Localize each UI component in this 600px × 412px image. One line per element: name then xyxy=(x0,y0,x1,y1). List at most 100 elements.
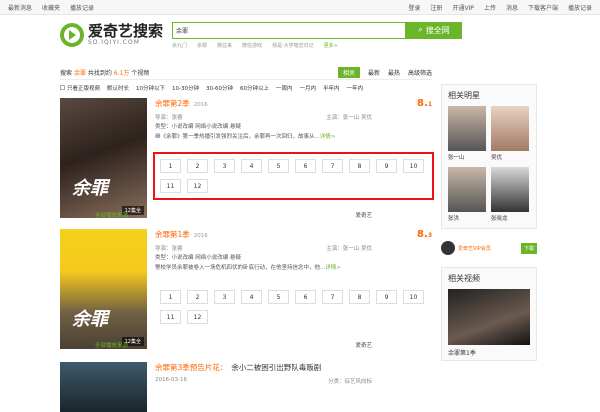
all-sources-link[interactable]: 全部播放来源 xyxy=(95,211,128,219)
result-date: 2016-03-16 xyxy=(155,377,187,383)
search-button[interactable]: ⌕ 搜全网 xyxy=(406,21,462,39)
filter-item[interactable]: 一年内 xyxy=(347,84,364,92)
episode-button[interactable]: 11 xyxy=(160,310,181,324)
hot-item[interactable]: 微信游戏 xyxy=(242,42,262,49)
info-prefix: 搜索 xyxy=(60,70,73,77)
episode-button[interactable]: 8 xyxy=(349,290,370,304)
filter-item[interactable]: 半年内 xyxy=(323,84,340,92)
play-logo-icon xyxy=(60,23,84,47)
star-name: 张一山 xyxy=(448,155,465,161)
tab-relevant[interactable]: 相关 xyxy=(337,67,360,78)
vip-link[interactable]: 开通VIP xyxy=(452,3,474,12)
hot-item[interactable]: 我是·大学暗恋日记 xyxy=(272,42,314,49)
result-desc: 警校学员余罪被卷入一场危机四伏的卧底行动，在他坚持信念中，他... xyxy=(155,265,326,271)
result-title[interactable]: 余罪第3季预告片花： xyxy=(155,362,227,373)
type-value: 小说改编 网络小说改编 悬疑 xyxy=(171,255,242,261)
episode-button[interactable]: 10 xyxy=(403,290,424,304)
rating-score: 8.3 xyxy=(417,229,432,240)
info-middle: 共找到约 xyxy=(87,70,112,77)
result-count: 搜索 余罪 共找到约 6.1万 个视频 xyxy=(60,68,149,77)
episode-button[interactable]: 3 xyxy=(214,290,235,304)
cast-link[interactable]: 张一山 吴优 xyxy=(343,246,372,252)
poster-image[interactable]: 余罪 12集全 xyxy=(60,98,147,218)
logo-title: 爱奇艺搜索 xyxy=(88,22,164,40)
topbar-link-1[interactable]: 最新消息 xyxy=(8,3,32,12)
upload-link[interactable]: 上传 xyxy=(484,3,496,12)
result-item-3: 余罪第3季预告片花： 余小二被困引出野队毒贩剧 2016-03-16 分类：综艺风向… xyxy=(60,362,432,412)
episode-button[interactable]: 9 xyxy=(376,290,397,304)
poster-title: 余罪 xyxy=(72,178,108,199)
tab-advanced[interactable]: 高级筛选 xyxy=(408,68,432,77)
filter-bar: 只看正版视频 默认时长 10分钟以下 10-30分钟 30-60分钟 60分钟以… xyxy=(60,84,432,92)
poster-image[interactable] xyxy=(60,362,147,412)
filter-item[interactable]: 30-60分钟 xyxy=(206,84,233,92)
poster-image[interactable]: 余罪 12集全 xyxy=(60,229,147,349)
result-foot-2: 全部播放来源 爱奇艺 xyxy=(95,341,372,349)
promo-avatar xyxy=(441,241,455,255)
hot-item[interactable]: 余九门 xyxy=(172,42,187,49)
search-icon: ⌕ xyxy=(418,25,423,34)
result-title[interactable]: 余罪第1季 xyxy=(155,229,190,240)
episode-button[interactable]: 4 xyxy=(241,290,262,304)
star-card[interactable]: 吴优 xyxy=(491,106,530,161)
videos-title: 相关视频 xyxy=(448,274,480,283)
checkbox-icon[interactable] xyxy=(60,85,65,90)
topbar-link-2[interactable]: 收藏夹 xyxy=(42,3,60,12)
tab-hottest[interactable]: 最热 xyxy=(388,68,400,77)
episode-button[interactable]: 2 xyxy=(187,290,208,304)
promo-download-button[interactable]: 下载 xyxy=(520,242,537,254)
result-title[interactable]: 余罪第2季 xyxy=(155,98,190,109)
detail-link[interactable]: 详情> xyxy=(325,265,341,271)
type-label: 类型： xyxy=(155,255,172,261)
filter-item[interactable]: 默认时长 xyxy=(107,84,129,92)
logo[interactable]: 爱奇艺搜索 SO.IQIYI.COM xyxy=(60,23,170,47)
director-link[interactable]: 张睿 xyxy=(172,115,183,121)
category-value[interactable]: 综艺风向标 xyxy=(344,379,372,385)
hot-item[interactable]: 微往来 xyxy=(217,42,232,49)
filter-item[interactable]: 10分钟以下 xyxy=(136,84,165,92)
episode-button[interactable]: 1 xyxy=(160,290,181,304)
top-bar: 最新消息 收藏夹 播放记录 登录 注册 开通VIP 上传 消息 下载客户端 播放… xyxy=(0,0,600,15)
topbar-link-3[interactable]: 播放记录 xyxy=(70,3,94,12)
filter-item[interactable]: 10-30分钟 xyxy=(172,84,199,92)
filter-item[interactable]: 一月内 xyxy=(300,84,317,92)
hot-more-link[interactable]: 更多> xyxy=(324,42,338,49)
hot-item[interactable]: 余罪 xyxy=(197,42,207,49)
director-label: 导演： xyxy=(155,115,172,121)
related-videos-panel: 相关视频 余罪第1季 xyxy=(441,267,537,361)
result-extra[interactable]: 余小二被困引出野队毒贩剧 xyxy=(231,362,321,373)
filter-item[interactable]: 一周内 xyxy=(276,84,293,92)
episode-button[interactable]: 12 xyxy=(187,310,208,324)
source-iqiyi[interactable]: 爱奇艺 xyxy=(355,341,372,349)
episode-button[interactable]: 7 xyxy=(322,290,343,304)
video-thumb[interactable] xyxy=(448,289,530,345)
message-link[interactable]: 消息 xyxy=(506,3,518,12)
star-card[interactable]: 张一山 xyxy=(448,106,487,161)
register-link[interactable]: 注册 xyxy=(430,3,442,12)
video-caption[interactable]: 余罪第1季 xyxy=(442,345,536,360)
category-label: 分类： xyxy=(327,379,345,385)
filter-item[interactable]: 60分钟以上 xyxy=(240,84,269,92)
director-link[interactable]: 张睿 xyxy=(172,246,183,252)
detail-link[interactable]: 详情> xyxy=(320,134,336,140)
promo-text[interactable]: 爱奇艺VIP会员 xyxy=(458,245,518,252)
poster-title: 余罪 xyxy=(72,309,108,330)
search-input[interactable]: 余罪 xyxy=(172,21,406,39)
logo-sub: SO.IQIYI.COM xyxy=(88,39,140,46)
history-link[interactable]: 播放记录 xyxy=(568,3,592,12)
download-client-link[interactable]: 下载客户端 xyxy=(528,3,558,12)
episode-button[interactable]: 5 xyxy=(268,290,289,304)
source-iqiyi[interactable]: 爱奇艺 xyxy=(355,211,372,219)
search-area: 余罪 ⌕ 搜全网 余九门 余罪 微往来 微信游戏 我是·大学暗恋日记 更多> xyxy=(172,21,462,49)
star-card[interactable]: 张洪 xyxy=(448,167,487,222)
episode-button[interactable]: 6 xyxy=(295,290,316,304)
tab-newest[interactable]: 最新 xyxy=(368,68,380,77)
cast-label: 主演： xyxy=(326,246,343,252)
cast-link[interactable]: 张一山 吴优 xyxy=(343,115,372,121)
filter-official-only[interactable]: 只看正版视频 xyxy=(60,84,100,92)
star-card[interactable]: 张晓龙 xyxy=(491,167,530,222)
all-sources-link[interactable]: 全部播放来源 xyxy=(95,341,128,349)
info-count: 6.1万 xyxy=(113,70,130,77)
cast-label: 主演： xyxy=(326,115,343,121)
login-link[interactable]: 登录 xyxy=(408,3,420,12)
